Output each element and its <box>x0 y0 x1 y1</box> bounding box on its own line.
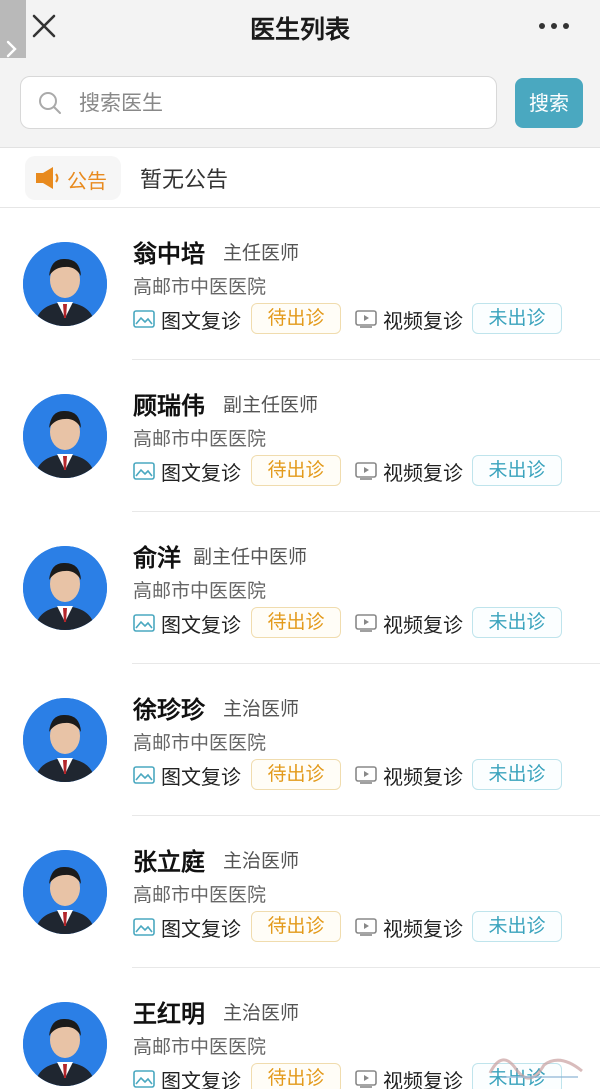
doctor-name: 徐珍珍 <box>133 696 205 724</box>
doctor-avatar <box>23 1002 107 1086</box>
doctor-card[interactable]: 翁中培 主任医师 高邮市中医医院 图文复诊 待出诊 视频复诊 未出诊 <box>0 208 600 360</box>
doctor-avatar <box>23 394 107 478</box>
video-icon <box>355 918 377 936</box>
doctor-hospital: 高邮市中医医院 <box>133 1036 267 1058</box>
service-row: 图文复诊 待出诊 视频复诊 未出诊 <box>133 911 593 943</box>
text-consult-label: 图文复诊 <box>161 1069 241 1089</box>
text-consult-label: 图文复诊 <box>161 917 241 941</box>
doctor-title: 副主任中医师 <box>193 546 308 568</box>
doctor-name: 王红明 <box>133 1000 205 1028</box>
notice-label: 公告 <box>67 169 107 193</box>
text-consult-label: 图文复诊 <box>161 309 241 333</box>
avatar-photo <box>23 850 107 934</box>
service-row: 图文复诊 待出诊 视频复诊 未出诊 <box>133 759 593 791</box>
video-consult-label: 视频复诊 <box>383 1069 463 1089</box>
video-consult-status[interactable]: 未出诊 <box>472 303 562 334</box>
service-row: 图文复诊 待出诊 视频复诊 未出诊 <box>133 303 593 335</box>
avatar-photo <box>23 1002 107 1086</box>
avatar-photo <box>23 394 107 478</box>
doctor-avatar <box>23 546 107 630</box>
avatar-photo <box>23 546 107 630</box>
doctor-hospital: 高邮市中医医院 <box>133 580 267 602</box>
search-button[interactable]: 搜索 <box>515 78 583 128</box>
chevron-right-icon <box>6 40 17 58</box>
video-consult-label: 视频复诊 <box>383 613 463 637</box>
doctor-card[interactable]: 俞洋 副主任中医师 高邮市中医医院 图文复诊 待出诊 视频复诊 未出诊 <box>0 512 600 664</box>
image-text-icon <box>133 614 155 632</box>
doctor-card[interactable]: 张立庭 主治医师 高邮市中医医院 图文复诊 待出诊 视频复诊 未出诊 <box>0 816 600 968</box>
doctor-title: 主任医师 <box>223 242 300 264</box>
notice-badge: 公告 <box>25 156 121 200</box>
doctor-name: 张立庭 <box>133 848 205 876</box>
doctor-name: 俞洋 <box>133 544 181 572</box>
notice-bar: 公告 暂无公告 <box>0 148 600 208</box>
video-consult-label: 视频复诊 <box>383 765 463 789</box>
video-icon <box>355 310 377 328</box>
search-box[interactable] <box>20 76 497 129</box>
doctor-title: 副主任医师 <box>223 394 319 416</box>
doctor-hospital: 高邮市中医医院 <box>133 428 267 450</box>
video-icon <box>355 766 377 784</box>
search-input[interactable] <box>79 77 479 128</box>
text-consult-status[interactable]: 待出诊 <box>251 607 341 638</box>
doctor-hospital: 高邮市中医医院 <box>133 884 267 906</box>
doctor-avatar <box>23 698 107 782</box>
doctor-card[interactable]: 顾瑞伟 副主任医师 高邮市中医医院 图文复诊 待出诊 视频复诊 未出诊 <box>0 360 600 512</box>
text-consult-label: 图文复诊 <box>161 461 241 485</box>
doctor-card[interactable]: 徐珍珍 主治医师 高邮市中医医院 图文复诊 待出诊 视频复诊 未出诊 <box>0 664 600 816</box>
video-icon <box>355 462 377 480</box>
service-row: 图文复诊 待出诊 视频复诊 未出诊 <box>133 607 593 639</box>
doctor-hospital: 高邮市中医医院 <box>133 732 267 754</box>
search-icon <box>39 92 61 114</box>
video-consult-label: 视频复诊 <box>383 461 463 485</box>
avatar-photo <box>23 698 107 782</box>
speaker-icon <box>36 167 59 189</box>
text-consult-label: 图文复诊 <box>161 765 241 789</box>
doctor-avatar <box>23 850 107 934</box>
avatar-photo <box>23 242 107 326</box>
text-consult-status[interactable]: 待出诊 <box>251 303 341 334</box>
image-text-icon <box>133 1070 155 1088</box>
image-text-icon <box>133 918 155 936</box>
video-consult-status[interactable]: 未出诊 <box>472 759 562 790</box>
text-consult-status[interactable]: 待出诊 <box>251 1063 341 1089</box>
doctor-list: 翁中培 主任医师 高邮市中医医院 图文复诊 待出诊 视频复诊 未出诊 顾瑞伟 副… <box>0 208 600 1089</box>
video-icon <box>355 1070 377 1088</box>
video-consult-status[interactable]: 未出诊 <box>472 607 562 638</box>
image-text-icon <box>133 462 155 480</box>
top-bar: 医生列表 <box>0 0 600 58</box>
notice-text: 暂无公告 <box>140 168 229 193</box>
doctor-title: 主治医师 <box>223 850 300 872</box>
doctor-name: 顾瑞伟 <box>133 392 205 420</box>
text-consult-status[interactable]: 待出诊 <box>251 911 341 942</box>
text-consult-status[interactable]: 待出诊 <box>251 759 341 790</box>
search-bar: 搜索 <box>0 58 600 148</box>
doctor-name: 翁中培 <box>133 240 205 268</box>
service-row: 图文复诊 待出诊 视频复诊 未出诊 <box>133 455 593 487</box>
video-consult-label: 视频复诊 <box>383 917 463 941</box>
video-consult-status[interactable]: 未出诊 <box>472 455 562 486</box>
video-consult-status[interactable]: 未出诊 <box>472 911 562 942</box>
page-title: 医生列表 <box>249 15 350 44</box>
watermark-logo <box>488 1058 583 1080</box>
doctor-avatar <box>23 242 107 326</box>
doctor-hospital: 高邮市中医医院 <box>133 276 267 298</box>
video-consult-label: 视频复诊 <box>383 309 463 333</box>
video-icon <box>355 614 377 632</box>
image-text-icon <box>133 766 155 784</box>
text-consult-label: 图文复诊 <box>161 613 241 637</box>
text-consult-status[interactable]: 待出诊 <box>251 455 341 486</box>
doctor-title: 主治医师 <box>223 698 300 720</box>
image-text-icon <box>133 310 155 328</box>
more-icon[interactable] <box>536 14 572 38</box>
doctor-title: 主治医师 <box>223 1002 300 1024</box>
